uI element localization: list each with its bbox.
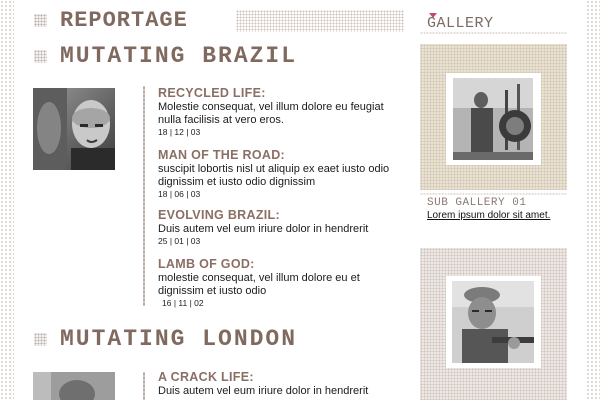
article-divider-dots	[143, 86, 145, 306]
portrait-image	[33, 88, 115, 170]
article-a-crack-life[interactable]: A CRACK LIFE: Duis autem vel eum iriure …	[158, 370, 398, 398]
sub-gallery-title[interactable]: SUB GALLERY 01	[427, 197, 526, 209]
article-divider-dots	[143, 372, 145, 400]
article-summary: Duis autem vel eum iriure dolor in hendr…	[158, 385, 369, 397]
brazil-story-photo[interactable]	[33, 88, 115, 170]
article-man-of-the-road[interactable]: MAN OF THE ROAD: suscipit lobortis nisl …	[158, 148, 398, 200]
article-evolving-brazil[interactable]: EVOLVING BRAZIL: Duis autem vel eum iriu…	[158, 208, 398, 247]
london-image	[33, 372, 115, 400]
article-date: 25 | 01 | 03	[158, 236, 201, 246]
sub-gallery-02-image[interactable]	[452, 281, 534, 363]
article-title[interactable]: EVOLVING BRAZIL:	[158, 208, 398, 223]
article-date: 18 | 06 | 03	[158, 189, 201, 199]
heading-square-icon	[34, 14, 47, 27]
sub-gallery-01-image[interactable]	[453, 78, 533, 160]
gallery-frame	[446, 73, 541, 165]
london-story-photo[interactable]	[33, 372, 115, 400]
gallery-divider	[420, 193, 567, 195]
article-lamb-of-god[interactable]: LAMB OF GOD: molestie consequat, vel ill…	[158, 257, 398, 309]
article-date: 18 | 12 | 03	[158, 127, 201, 137]
header-dot-band	[236, 10, 404, 32]
article-date: 16 | 11 | 02	[162, 298, 204, 308]
story-title-brazil: MUTATING BRAZIL	[60, 43, 298, 69]
gallery-divider	[420, 32, 567, 34]
section-heading: REPORTAGE	[60, 8, 188, 33]
heading-square-icon	[34, 333, 47, 346]
story-title-london: MUTATING LONDON	[60, 326, 298, 352]
right-edge-pattern	[586, 0, 600, 400]
article-recycled-life[interactable]: RECYCLED LIFE: Molestie consequat, vel i…	[158, 86, 398, 138]
gallery-title: GALLERY	[427, 15, 494, 32]
article-summary: Duis autem vel eum iriure dolor in hendr…	[158, 223, 369, 235]
left-edge-pattern	[0, 0, 14, 400]
article-summary: suscipit lobortis nisl ut aliquip ex eae…	[158, 163, 390, 188]
article-title[interactable]: MAN OF THE ROAD:	[158, 148, 398, 163]
sub-gallery-link[interactable]: Lorem ipsum dolor sit amet.	[427, 210, 562, 221]
gallery-frame	[446, 276, 541, 368]
article-title[interactable]: RECYCLED LIFE:	[158, 86, 398, 101]
article-title[interactable]: LAMB OF GOD:	[158, 257, 398, 272]
sub-gallery-01-box[interactable]	[420, 44, 567, 190]
article-summary: Molestie consequat, vel illum dolore eu …	[158, 101, 384, 126]
article-summary: molestie consequat, vel illum dolore eu …	[158, 272, 360, 297]
sub-gallery-02-box[interactable]	[420, 248, 567, 400]
heading-square-icon	[34, 50, 47, 63]
article-title[interactable]: A CRACK LIFE:	[158, 370, 398, 385]
